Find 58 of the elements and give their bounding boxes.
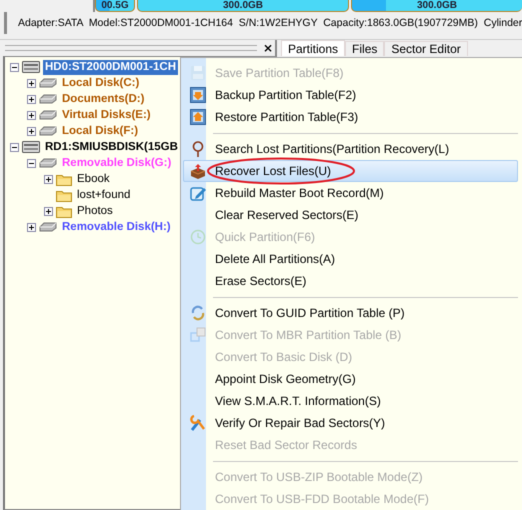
partition-bar[interactable]: 300.0GB [351, 0, 522, 12]
expand-icon[interactable] [26, 126, 36, 136]
tab[interactable]: Files [345, 41, 384, 56]
partition-bar[interactable]: 00.5G [95, 0, 135, 12]
tree-item[interactable]: lost+found [75, 188, 132, 202]
expand-icon[interactable] [44, 206, 52, 216]
hard-drive-icon [22, 60, 40, 74]
tree-item[interactable]: Local Disk(F:) [60, 124, 140, 138]
squares-icon [190, 327, 206, 343]
drive-icon [39, 108, 57, 122]
tab[interactable]: Partitions [281, 40, 346, 56]
drive-icon [39, 220, 57, 234]
tree-item[interactable]: Ebook [75, 172, 112, 186]
menu-item[interactable]: Verify Or Repair Bad Sectors(Y) [183, 412, 518, 434]
tree-item[interactable]: Local Disk(C:) [60, 76, 142, 90]
folder-icon [56, 172, 72, 186]
menu-item[interactable]: Backup Partition Table(F2) [183, 84, 518, 106]
tree-item[interactable]: Virtual Disks(E:) [60, 108, 153, 122]
expand-icon[interactable] [26, 94, 36, 104]
drive-icon [39, 124, 57, 138]
partition-bar[interactable]: 300.0GB [137, 0, 349, 12]
menu-item[interactable]: Appoint Disk Geometry(G) [183, 368, 518, 390]
tree-item[interactable]: HD0:ST2000DM001-1CH [43, 60, 178, 74]
magnifier-icon [190, 141, 206, 157]
menu-item[interactable]: Clear Reserved Sectors(E) [183, 204, 518, 226]
collapse-icon[interactable] [10, 142, 18, 152]
expand-icon[interactable] [44, 174, 52, 184]
menu-item[interactable]: Erase Sectors(E) [183, 270, 518, 292]
tree-item[interactable]: Photos [75, 204, 115, 218]
menu-item[interactable]: View S.M.A.R.T. Information(S) [183, 390, 518, 412]
refresh-icon [190, 305, 206, 321]
clock-icon [190, 229, 206, 245]
disk-info: Adapter:SATA Model:ST2000DM001-1CH164 S/N:1W2EHYGY Capacity:1863.0GB(1907729MB) Cylinder [18, 17, 522, 29]
drive-icon [39, 76, 57, 90]
menu-item[interactable]: Recover Lost Files(U) [183, 160, 518, 182]
expand-icon[interactable] [26, 222, 36, 232]
menu-item[interactable]: Restore Partition Table(F3) [183, 106, 518, 128]
tree-item[interactable]: RD1:SMIUSBDISK(15GB [43, 140, 180, 154]
menu-item[interactable]: Convert To GUID Partition Table (P) [183, 302, 518, 324]
menu-item[interactable]: Delete All Partitions(A) [183, 248, 518, 270]
tools-icon [190, 415, 206, 431]
hard-drive-icon [22, 140, 40, 154]
drive-icon [39, 156, 57, 170]
close-button[interactable]: × [262, 42, 273, 54]
menu-item[interactable]: Search Lost Partitions(Partition Recovery(L) [183, 138, 518, 160]
expand-icon[interactable] [26, 110, 36, 120]
box-icon [190, 163, 206, 179]
tab[interactable]: Sector Editor [384, 41, 468, 56]
panel-grip[interactable] [5, 45, 257, 51]
expand-icon[interactable] [26, 78, 36, 88]
folder-icon [56, 188, 72, 202]
folder-icon [56, 204, 72, 218]
collapse-icon[interactable] [10, 62, 18, 72]
collapse-icon[interactable] [26, 158, 36, 168]
tree-item[interactable]: Removable Disk(H:) [60, 220, 173, 234]
drive-icon [39, 92, 57, 106]
menu-item[interactable]: Rebuild Master Boot Record(M) [183, 182, 518, 204]
tree-item[interactable]: Documents(D:) [60, 92, 146, 106]
